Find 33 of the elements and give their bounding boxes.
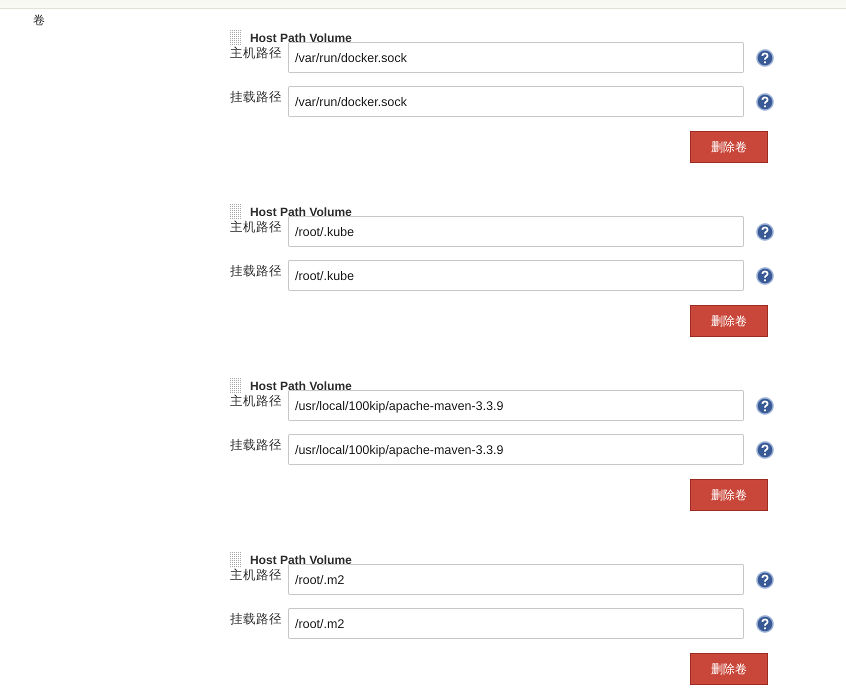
input-field[interactable]: /var/run/docker.sock [288, 86, 744, 117]
help-icon[interactable] [756, 397, 774, 415]
input-field[interactable]: /root/.kube [288, 260, 744, 291]
input-field[interactable]: /root/.m2 [288, 608, 744, 639]
field-label: 挂载路径 [230, 437, 283, 454]
input-field[interactable]: /usr/local/100kip/apache-maven-3.3.9 [288, 434, 744, 465]
field-label: 挂载路径 [230, 263, 283, 280]
help-icon[interactable] [756, 49, 774, 67]
volume-title: Host Path Volume [250, 205, 352, 219]
delete-volume-button[interactable]: 删除卷 [690, 479, 768, 511]
help-icon[interactable] [756, 267, 774, 285]
input-field[interactable]: /usr/local/100kip/apache-maven-3.3.9 [288, 390, 744, 421]
field-label: 主机路径 [230, 219, 283, 236]
volume-title: Host Path Volume [250, 553, 352, 567]
help-icon[interactable] [756, 571, 774, 589]
delete-volume-button[interactable]: 删除卷 [690, 653, 768, 685]
volume-title: Host Path Volume [250, 31, 352, 45]
help-icon[interactable] [756, 615, 774, 633]
volume-title: Host Path Volume [250, 379, 352, 393]
help-icon[interactable] [756, 441, 774, 459]
field-label: 主机路径 [230, 567, 283, 584]
help-icon[interactable] [756, 223, 774, 241]
field-label: 挂载路径 [230, 611, 283, 628]
delete-volume-button[interactable]: 删除卷 [690, 131, 768, 163]
help-icon[interactable] [756, 93, 774, 111]
field-label: 挂载路径 [230, 89, 283, 106]
field-label: 主机路径 [230, 393, 283, 410]
field-label: 主机路径 [230, 45, 283, 62]
input-field[interactable]: /var/run/docker.sock [288, 42, 744, 73]
input-field[interactable]: /root/.kube [288, 216, 744, 247]
section-label: 卷 [33, 13, 45, 27]
input-field[interactable]: /root/.m2 [288, 564, 744, 595]
delete-volume-button[interactable]: 删除卷 [690, 305, 768, 337]
